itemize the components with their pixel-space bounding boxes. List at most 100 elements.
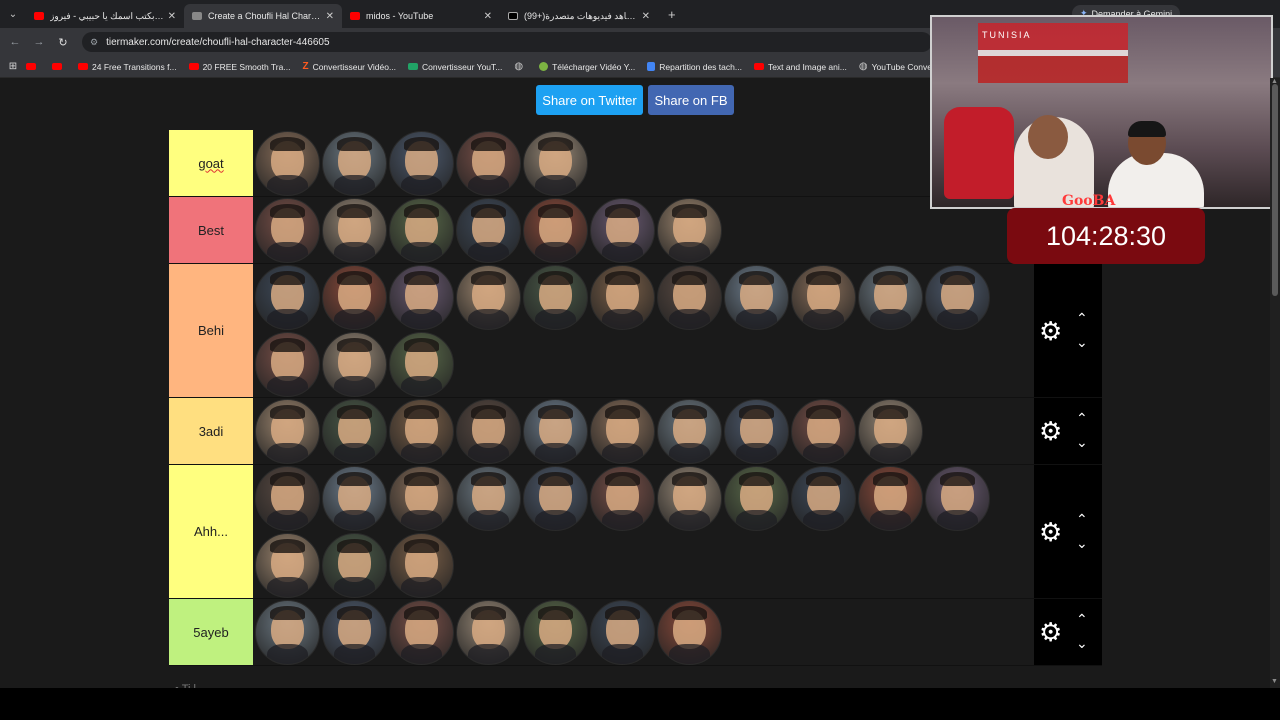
chevron-down-icon[interactable]: ⌄ <box>1076 536 1088 550</box>
character-avatar[interactable] <box>657 198 722 263</box>
character-avatar[interactable] <box>389 600 454 665</box>
tier-label[interactable]: Behi <box>169 264 253 397</box>
character-avatar[interactable] <box>456 466 521 531</box>
close-tab-icon[interactable]: ✕ <box>168 11 176 22</box>
bookmark-1[interactable] <box>52 63 66 70</box>
back-icon[interactable]: ← <box>3 36 27 48</box>
bookmark-8[interactable]: Repartition des tach... <box>647 62 742 72</box>
address-bar[interactable]: ⚙ tiermaker.com/create/choufli-hal-chara… <box>82 32 932 52</box>
character-avatar[interactable] <box>657 466 722 531</box>
character-avatar[interactable] <box>657 600 722 665</box>
forward-icon[interactable]: → <box>27 36 51 48</box>
character-avatar[interactable] <box>389 131 454 196</box>
chevron-down-icon[interactable]: ⌄ <box>1076 435 1088 449</box>
character-avatar[interactable] <box>724 466 789 531</box>
character-avatar[interactable] <box>456 399 521 464</box>
character-avatar[interactable] <box>590 399 655 464</box>
close-tab-icon[interactable]: ✕ <box>326 11 334 22</box>
tier-items[interactable] <box>253 465 1034 598</box>
character-avatar[interactable] <box>255 600 320 665</box>
character-avatar[interactable] <box>322 265 387 330</box>
character-avatar[interactable] <box>523 466 588 531</box>
character-avatar[interactable] <box>791 399 856 464</box>
tier-items[interactable] <box>253 264 1034 397</box>
character-avatar[interactable] <box>657 399 722 464</box>
chevron-down-icon[interactable]: ⌄ <box>1076 636 1088 650</box>
chevron-up-icon[interactable]: ⌃ <box>1076 311 1088 325</box>
character-avatar[interactable] <box>255 399 320 464</box>
browser-tab-2[interactable]: midos - YouTube ✕ <box>342 4 500 28</box>
gear-icon[interactable]: ⚙ <box>1039 318 1062 344</box>
chevron-up-icon[interactable]: ⌃ <box>1076 612 1088 626</box>
browser-tab-1[interactable]: Create a Choufli Hal Character ✕ <box>184 4 342 28</box>
tier-items[interactable] <box>253 130 1034 196</box>
tier-label[interactable]: 5ayeb <box>169 599 253 665</box>
character-avatar[interactable] <box>523 399 588 464</box>
character-avatar[interactable] <box>322 600 387 665</box>
character-avatar[interactable] <box>456 131 521 196</box>
character-avatar[interactable] <box>322 533 387 598</box>
scrollbar-thumb[interactable] <box>1272 84 1278 296</box>
character-avatar[interactable] <box>389 198 454 263</box>
tier-label[interactable]: Best <box>169 197 253 263</box>
character-avatar[interactable] <box>724 399 789 464</box>
gear-icon[interactable]: ⚙ <box>1039 418 1062 444</box>
character-avatar[interactable] <box>590 600 655 665</box>
character-avatar[interactable] <box>389 399 454 464</box>
character-avatar[interactable] <box>791 265 856 330</box>
character-avatar[interactable] <box>590 265 655 330</box>
character-avatar[interactable] <box>791 466 856 531</box>
tier-label[interactable]: Ahh... <box>169 465 253 598</box>
character-avatar[interactable] <box>255 466 320 531</box>
character-avatar[interactable] <box>255 265 320 330</box>
character-avatar[interactable] <box>657 265 722 330</box>
character-avatar[interactable] <box>322 198 387 263</box>
new-tab-button[interactable]: + <box>668 7 676 22</box>
character-avatar[interactable] <box>858 265 923 330</box>
tier-items[interactable] <box>253 599 1034 665</box>
bookmark-0[interactable] <box>26 63 40 70</box>
bookmark-2[interactable]: 24 Free Transitions f... <box>78 62 177 72</box>
apps-grid-icon[interactable]: ⊞ <box>0 61 26 72</box>
site-info-icon[interactable]: ⚙ <box>90 37 98 48</box>
gear-icon[interactable]: ⚙ <box>1039 519 1062 545</box>
character-avatar[interactable] <box>322 131 387 196</box>
character-avatar[interactable] <box>925 265 990 330</box>
character-avatar[interactable] <box>389 533 454 598</box>
browser-tab-0[interactable]: بكتب اسمك يا حبيبي - فيروز | ube ✕ <box>26 4 184 28</box>
character-avatar[interactable] <box>389 332 454 397</box>
character-avatar[interactable] <box>590 466 655 531</box>
character-avatar[interactable] <box>456 600 521 665</box>
scroll-down-icon[interactable]: ▼ <box>1271 678 1278 685</box>
character-avatar[interactable] <box>255 131 320 196</box>
tab-search-icon[interactable]: ⌄ <box>0 9 26 20</box>
bookmark-5[interactable]: Convertisseur YouT... <box>408 62 502 72</box>
character-avatar[interactable] <box>456 198 521 263</box>
browser-tab-3[interactable]: (99+)شاهد فيديوهات متصدرة | k ✕ <box>500 4 658 28</box>
close-tab-icon[interactable]: ✕ <box>484 11 492 22</box>
character-avatar[interactable] <box>389 466 454 531</box>
bookmark-3[interactable]: 20 FREE Smooth Tra... <box>188 62 290 72</box>
character-avatar[interactable] <box>255 198 320 263</box>
share-facebook-button[interactable]: Share on FB <box>648 85 734 115</box>
chevron-down-icon[interactable]: ⌄ <box>1076 335 1088 349</box>
character-avatar[interactable] <box>590 198 655 263</box>
character-avatar[interactable] <box>322 399 387 464</box>
character-avatar[interactable] <box>523 198 588 263</box>
tier-label[interactable]: 3adi <box>169 398 253 464</box>
character-avatar[interactable] <box>322 466 387 531</box>
character-avatar[interactable] <box>724 265 789 330</box>
gear-icon[interactable]: ⚙ <box>1039 619 1062 645</box>
character-avatar[interactable] <box>858 466 923 531</box>
character-avatar[interactable] <box>858 399 923 464</box>
character-avatar[interactable] <box>389 265 454 330</box>
tier-label[interactable]: goat <box>169 130 253 196</box>
tier-items[interactable] <box>253 398 1034 464</box>
character-avatar[interactable] <box>255 533 320 598</box>
character-avatar[interactable] <box>523 600 588 665</box>
character-avatar[interactable] <box>925 466 990 531</box>
chevron-up-icon[interactable]: ⌃ <box>1076 512 1088 526</box>
bookmark-7[interactable]: Télécharger Vidéo Y... <box>539 62 635 72</box>
reload-icon[interactable]: ↻ <box>51 36 75 49</box>
tier-items[interactable] <box>253 197 1034 263</box>
